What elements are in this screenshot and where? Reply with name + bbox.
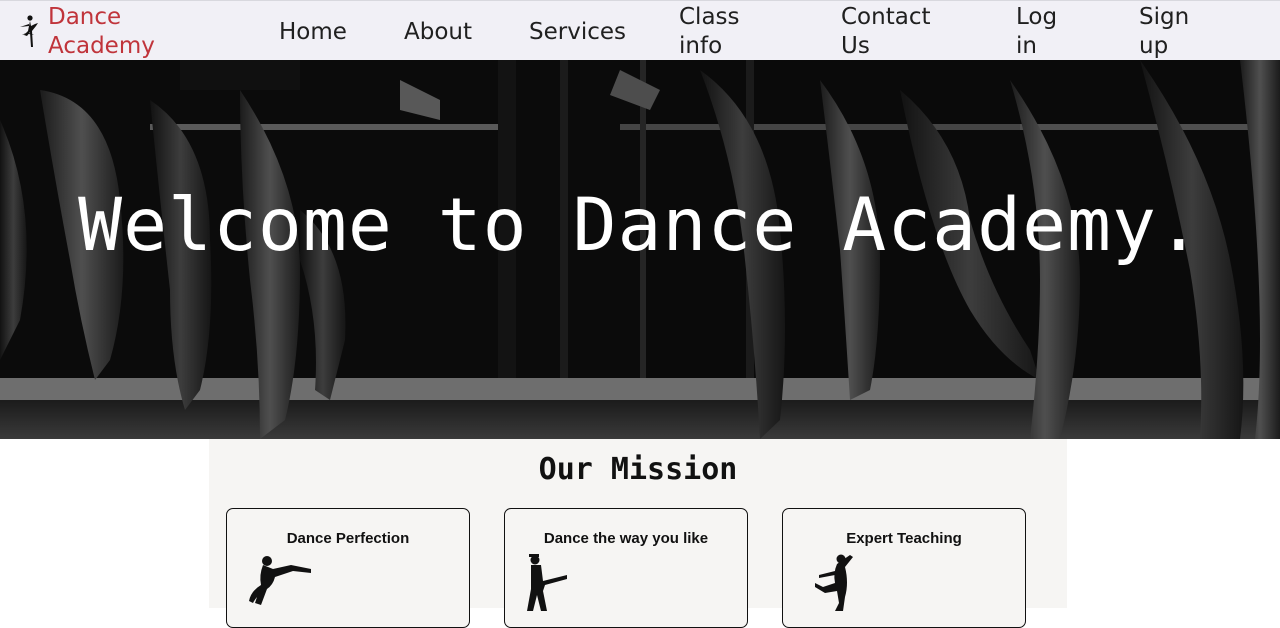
nav-class-info[interactable]: Class info: [679, 3, 749, 61]
nav-contact-us[interactable]: Contact Us: [841, 3, 941, 61]
card-title: Dance Perfection: [286, 530, 410, 547]
dancer-silhouette-icon: [527, 554, 567, 611]
mission-section: Our Mission Dance Perfection Dance the w…: [209, 439, 1067, 628]
breakdancer-silhouette-icon: [249, 556, 311, 605]
mission-card-dance-the-way: Dance the way you like: [504, 508, 748, 628]
mission-card-expert-teaching: Expert Teaching: [782, 508, 1026, 628]
card-title: Dance the way you like: [543, 530, 709, 547]
nav-about[interactable]: About: [404, 18, 472, 47]
mission-title: Our Mission: [538, 452, 738, 487]
nav-sign-up[interactable]: Sign up: [1139, 3, 1199, 61]
mission-card-dance-perfection: Dance Perfection: [226, 508, 470, 628]
nav-log-in[interactable]: Log in: [1016, 3, 1066, 61]
hero-banner: Welcome to Dance Academy.: [0, 60, 1280, 439]
ballerina-logo-icon: [20, 15, 38, 47]
navbar: Dance Academy Home About Services Class …: [0, 0, 1280, 60]
nav-home[interactable]: Home: [279, 18, 347, 47]
jumping-dancer-silhouette-icon: [815, 554, 853, 611]
nav-services[interactable]: Services: [529, 18, 626, 47]
hero-title: Welcome to Dance Academy.: [78, 183, 1202, 268]
card-title: Expert Teaching: [846, 530, 962, 547]
brand-name[interactable]: Dance Academy: [48, 3, 198, 61]
